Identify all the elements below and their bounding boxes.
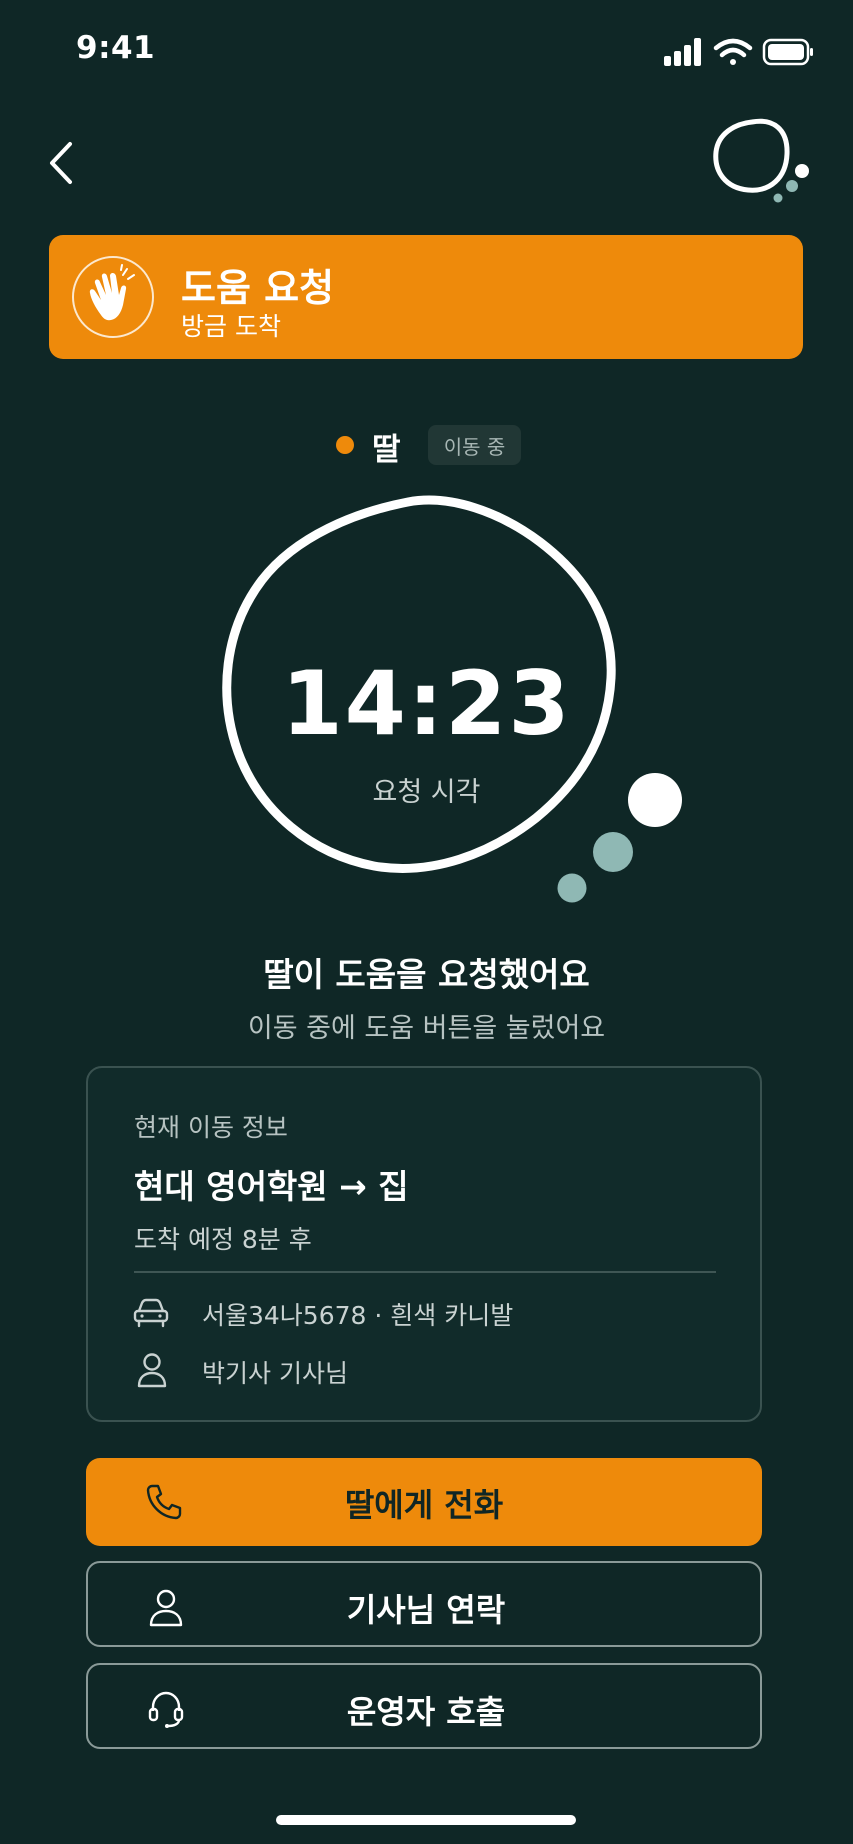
alert-detail: 이동 중에 도움 버튼을 눌렀어요 xyxy=(247,1013,606,1044)
driver-name: 박기사 기사님 xyxy=(202,1359,348,1388)
status-dot xyxy=(336,436,354,454)
bubble-small xyxy=(557,873,587,903)
waving-hand-icon xyxy=(72,256,154,338)
help-request-banner[interactable]: 도움 요청 방금 도착 xyxy=(49,235,803,359)
contact-driver-button[interactable]: 기사님 연락 xyxy=(86,1561,762,1647)
request-time-label: 요청 시각 xyxy=(372,777,481,808)
home-indicator[interactable] xyxy=(276,1815,576,1825)
chevron-left-icon[interactable] xyxy=(42,138,82,188)
call-operator-button[interactable]: 운영자 호출 xyxy=(86,1663,762,1749)
trip-eta: 도착 예정 8분 후 xyxy=(134,1225,312,1254)
status-icons xyxy=(664,38,813,66)
trip-info-card: 현재 이동 정보 현대 영어학원 → 집 도착 예정 8분 후 서울34나567… xyxy=(86,1066,762,1422)
battery-icon xyxy=(762,38,813,66)
trip-route: 현대 영어학원 → 집 xyxy=(134,1167,409,1206)
vehicle-info: 서울34나5678 · 흰색 카니발 xyxy=(202,1301,514,1330)
person-name: 딸 xyxy=(372,432,401,468)
bubble-medium xyxy=(593,832,633,872)
banner-subtitle: 방금 도착 xyxy=(181,312,281,341)
call-daughter-label: 딸에게 전화 xyxy=(344,1486,504,1524)
car-icon xyxy=(133,1298,169,1328)
card-divider xyxy=(134,1271,716,1273)
call-operator-label: 운영자 호출 xyxy=(346,1693,506,1731)
contact-driver-label: 기사님 연락 xyxy=(346,1591,506,1629)
bubble-logo-icon[interactable] xyxy=(712,116,812,206)
signal-icon xyxy=(664,38,701,66)
status-badge: 이동 중 xyxy=(428,425,521,465)
trip-card-label: 현재 이동 정보 xyxy=(134,1113,288,1142)
alert-headline: 딸이 도움을 요청했어요 xyxy=(263,955,590,994)
request-time-value: 14:23 xyxy=(281,652,572,755)
status-time: 9:41 xyxy=(76,30,156,66)
wifi-icon xyxy=(713,38,753,65)
banner-title: 도움 요청 xyxy=(181,266,335,310)
person-icon xyxy=(137,1353,167,1388)
call-daughter-button[interactable]: 딸에게 전화 xyxy=(86,1458,762,1546)
